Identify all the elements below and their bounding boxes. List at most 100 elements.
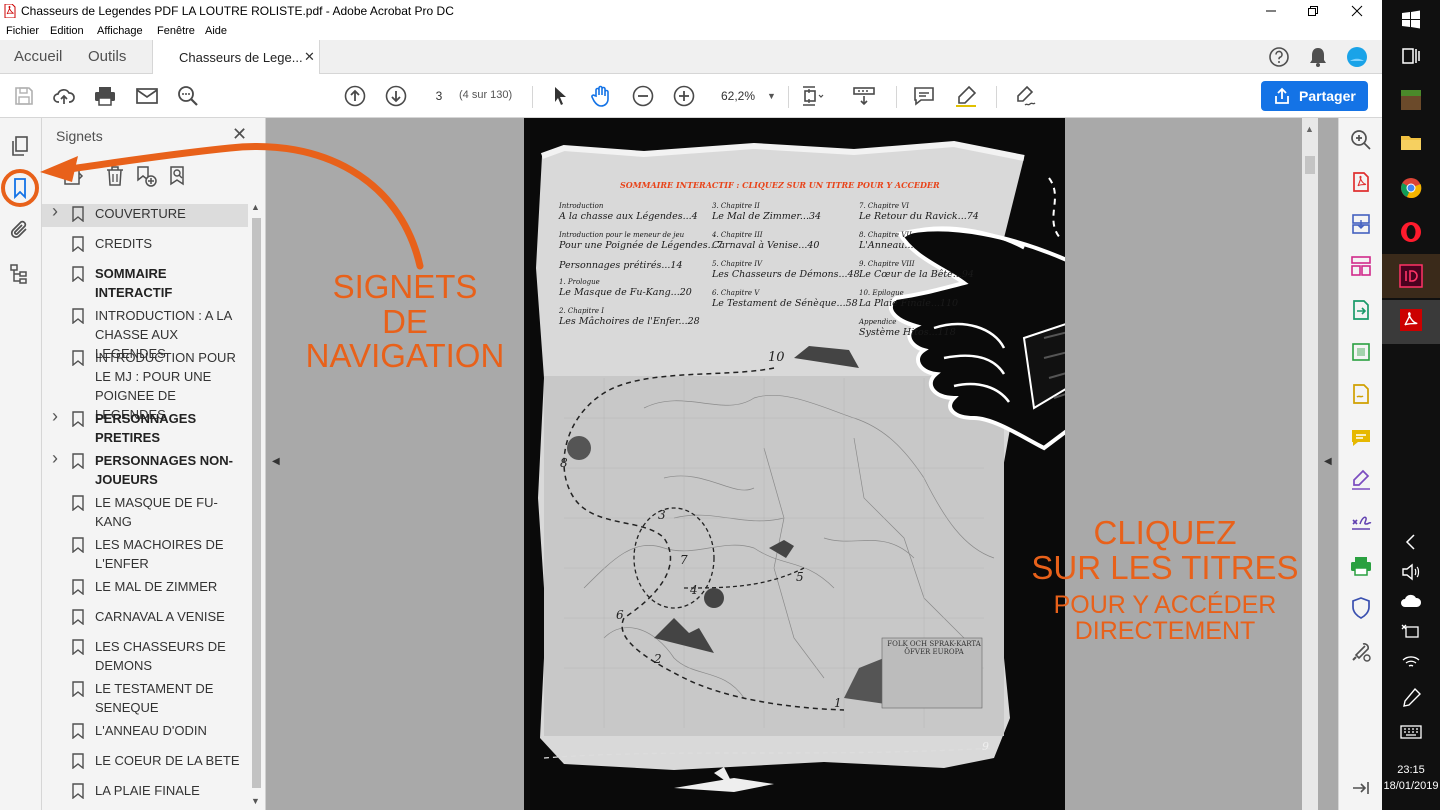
previous-page-icon[interactable] <box>343 84 367 108</box>
menu-aide[interactable]: Aide <box>205 25 227 37</box>
fill-sign-icon[interactable] <box>1349 382 1373 406</box>
toc-entry[interactable]: 1. Prologue Le Masque de Fu-Kang...20 <box>559 278 709 298</box>
hand-tool-icon[interactable] <box>589 84 613 108</box>
zoom-tool-icon[interactable] <box>1349 128 1373 152</box>
bookmark-item[interactable]: › PERSONNAGES NON-JOUEURS <box>42 448 248 493</box>
document-scroll-thumb[interactable] <box>1305 156 1315 174</box>
select-cursor-icon[interactable] <box>548 84 572 108</box>
opera-icon[interactable] <box>1399 220 1423 244</box>
toc-entry[interactable]: 3. Chapitre II Le Mal de Zimmer...34 <box>712 202 862 222</box>
search-icon[interactable] <box>176 84 200 108</box>
acrobat-icon[interactable] <box>1399 308 1423 332</box>
menu-affichage[interactable]: Affichage <box>97 25 143 37</box>
minimize-button[interactable] <box>1248 0 1294 22</box>
toc-entry[interactable]: 6. Chapitre V Le Testament de Sénèque...5… <box>712 289 862 309</box>
page-number-input[interactable]: 3 <box>425 86 453 106</box>
edit-pdf-icon[interactable] <box>1349 340 1373 364</box>
show-hidden-icons-chevron-icon[interactable] <box>1399 530 1423 554</box>
windows-start-icon[interactable] <box>1399 8 1423 32</box>
close-window-button[interactable] <box>1334 0 1380 22</box>
bookmark-item[interactable]: LE TESTAMENT DE SENEQUE <box>42 679 248 721</box>
share-button[interactable]: Partager <box>1261 81 1368 111</box>
toc-entry[interactable]: Appendice Système Hitos...118 <box>859 318 1009 338</box>
collapse-right-panel-icon[interactable]: ◀ <box>1324 456 1332 467</box>
email-icon[interactable] <box>135 84 159 108</box>
toc-entry[interactable]: Personnages prétirés...14 <box>559 260 709 271</box>
pdf-page[interactable]: SOMMAIRE INTERACTIF : CLIQUEZ SUR UN TIT… <box>524 118 1065 810</box>
tab-accueil[interactable]: Accueil <box>14 48 62 65</box>
bookmark-item[interactable]: LA PLAIE FINALE <box>42 781 248 804</box>
indesign-icon[interactable] <box>1399 264 1423 288</box>
toc-entry[interactable]: 5. Chapitre IV Les Chasseurs de Démons...… <box>712 260 862 280</box>
zoom-in-icon[interactable] <box>672 84 696 108</box>
chrome-icon[interactable] <box>1399 176 1423 200</box>
notification-bell-icon[interactable] <box>1308 46 1328 68</box>
toc-entry[interactable]: 10. Epilogue La Plaie Finale...110 <box>859 289 1009 309</box>
bookmark-item[interactable]: LE COEUR DE LA BETE <box>42 751 248 774</box>
bookmark-item[interactable]: › PERSONNAGES PRETIRES <box>42 406 248 451</box>
bookmark-item[interactable]: INTRODUCTION POUR LE MJ : POUR UNE POIGN… <box>42 348 248 422</box>
expand-chevron-icon[interactable]: › <box>52 406 58 427</box>
comment-tool-icon[interactable] <box>1349 426 1373 450</box>
touch-keyboard-icon[interactable] <box>1399 720 1423 744</box>
onedrive-icon[interactable] <box>1399 590 1423 614</box>
wifi-icon[interactable] <box>1399 650 1423 674</box>
bookmark-item[interactable]: LES MACHOIRES DE L'ENFER <box>42 535 248 577</box>
menu-edition[interactable]: Edition <box>50 25 84 37</box>
toc-entry[interactable]: 7. Chapitre VI Le Retour du Ravick...74 <box>859 202 1009 222</box>
bookmark-item[interactable]: LE MAL DE ZIMMER <box>42 577 248 600</box>
bookmark-item[interactable]: LE MASQUE DE FU-KANG <box>42 493 248 535</box>
taskbar-clock-date[interactable]: 18/01/2019 <box>1382 780 1440 792</box>
more-tools-icon[interactable] <box>1349 640 1373 664</box>
toc-entry[interactable]: Introduction pour le meneur de jeu Pour u… <box>559 231 723 251</box>
scroll-up-icon[interactable]: ▲ <box>1305 124 1314 134</box>
menu-fichier[interactable]: Fichier <box>6 25 39 37</box>
file-explorer-icon[interactable] <box>1399 130 1423 154</box>
toc-entry[interactable]: Introduction A la chasse aux Légendes...4 <box>559 202 709 222</box>
cloud-upload-icon[interactable] <box>52 84 76 108</box>
highlight-pen-icon[interactable] <box>954 84 978 108</box>
scrolling-mode-icon[interactable] <box>852 84 876 108</box>
menu-fenetre[interactable]: Fenêtre <box>157 25 195 37</box>
tab-document[interactable]: Chasseurs de Lege... ✕ <box>152 40 320 74</box>
expand-chevron-icon[interactable]: › <box>52 448 58 469</box>
help-icon[interactable] <box>1268 46 1290 68</box>
protect-shield-icon[interactable] <box>1349 596 1373 620</box>
next-page-icon[interactable] <box>384 84 408 108</box>
toc-entry[interactable]: 2. Chapitre I Les Mâchoires de l'Enfer...… <box>559 307 709 327</box>
maximize-button[interactable] <box>1290 0 1336 22</box>
print-icon[interactable] <box>93 84 117 108</box>
sign-pen-icon[interactable] <box>1013 84 1037 108</box>
tab-outils[interactable]: Outils <box>88 48 126 65</box>
taskbar-clock-time[interactable]: 23:15 <box>1382 764 1440 776</box>
comment-icon[interactable] <box>912 84 936 108</box>
request-signature-icon[interactable] <box>1349 510 1373 534</box>
organize-pages-icon[interactable] <box>1349 254 1373 278</box>
network-disconnected-icon[interactable] <box>1399 620 1423 644</box>
user-avatar[interactable] <box>1346 46 1368 68</box>
close-tab-icon[interactable]: ✕ <box>304 49 315 65</box>
fill-and-sign-icon[interactable] <box>1349 468 1373 492</box>
create-pdf-icon[interactable] <box>1349 170 1373 194</box>
bookmark-item[interactable]: LES CHASSEURS DE DEMONS <box>42 637 248 679</box>
combine-files-icon[interactable] <box>1349 212 1373 236</box>
page-fit-icon[interactable] <box>800 84 824 108</box>
bookmark-item[interactable]: CARNAVAL A VENISE <box>42 607 248 630</box>
zoom-level-select[interactable]: 62,2% ▼ <box>713 86 779 106</box>
toc-entry[interactable]: 4. Chapitre III Carnaval à Venise...40 <box>712 231 862 251</box>
toc-entry[interactable]: 9. Chapitre VIII Le Cœur de la Bête...94 <box>859 260 1009 280</box>
toc-entry[interactable]: 8. Chapitre VII L'Anneau... <box>859 231 1009 251</box>
save-icon[interactable] <box>12 84 36 108</box>
document-scrollbar[interactable]: ▲ <box>1302 118 1318 810</box>
volume-icon[interactable] <box>1399 560 1423 584</box>
scroll-down-icon[interactable]: ▼ <box>251 796 260 806</box>
pen-workspace-icon[interactable] <box>1399 686 1423 710</box>
minecraft-app-icon[interactable] <box>1399 88 1423 112</box>
expand-tools-icon[interactable] <box>1349 776 1373 800</box>
bookmark-item[interactable]: L'ANNEAU D'ODIN <box>42 721 248 744</box>
task-view-icon[interactable] <box>1399 44 1423 68</box>
zoom-out-icon[interactable] <box>631 84 655 108</box>
collapse-left-panel-icon[interactable]: ◀ <box>272 456 280 467</box>
export-pdf-icon[interactable] <box>1349 298 1373 322</box>
print-production-icon[interactable] <box>1349 554 1373 578</box>
